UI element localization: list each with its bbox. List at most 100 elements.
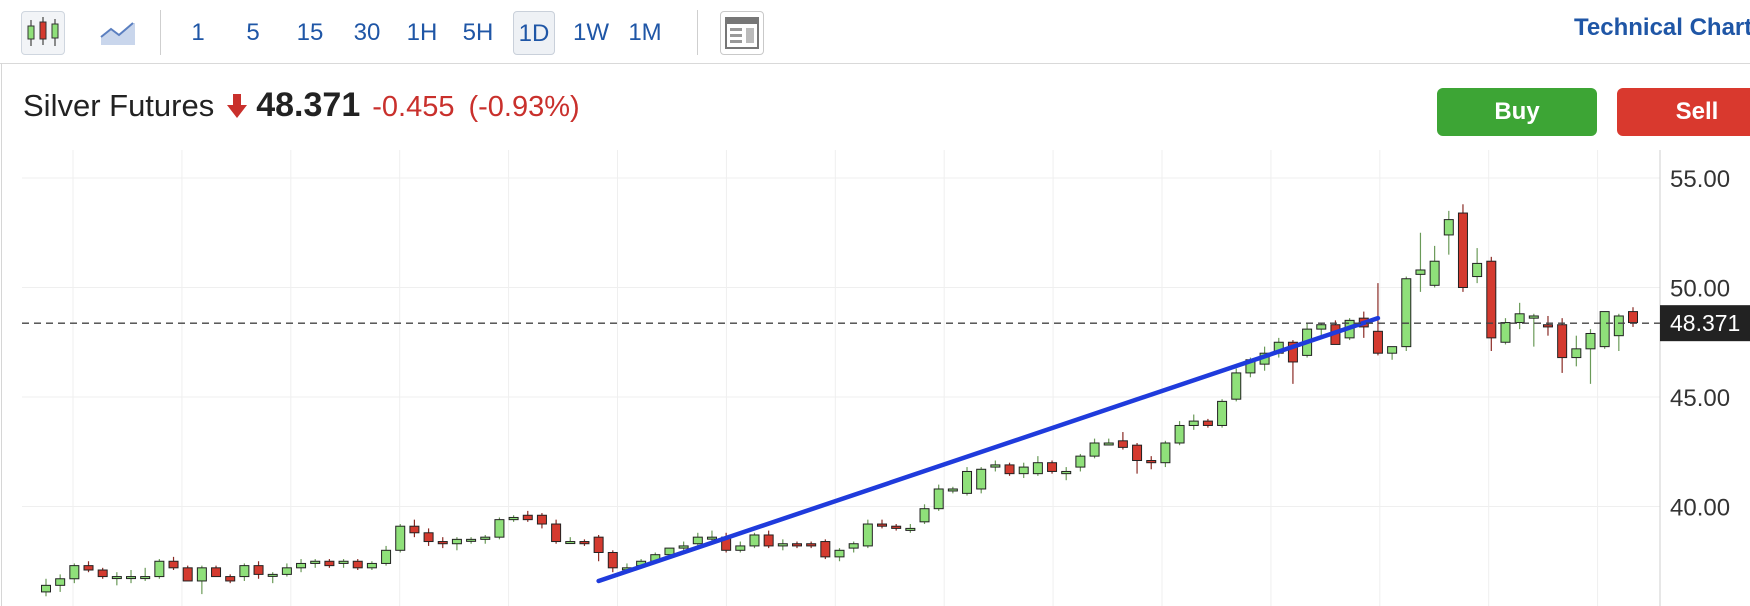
candle-up: [1231, 372, 1242, 400]
candle-up: [296, 562, 307, 569]
candle-up: [338, 560, 349, 564]
candle-down: [225, 576, 236, 582]
candle-up: [777, 543, 788, 547]
candle-up: [1415, 269, 1426, 275]
candle-up: [1571, 348, 1582, 359]
candle-down: [522, 514, 533, 521]
y-axis-tick-label: 55.00: [1670, 166, 1730, 193]
candle-down: [791, 543, 802, 547]
candle-down: [1146, 460, 1157, 464]
candle-up: [1018, 466, 1029, 475]
trend-line: [596, 315, 1381, 584]
candle-up: [1089, 442, 1100, 457]
candle-down: [1004, 464, 1015, 475]
candle-up: [1160, 442, 1171, 464]
candle-up: [919, 508, 930, 523]
candle-up: [834, 549, 845, 558]
candle-down: [1047, 462, 1058, 472]
candle-up: [154, 560, 165, 578]
candle-down: [437, 541, 448, 545]
candle-down: [211, 567, 222, 578]
price-chart[interactable]: 55.00 50.00 45.00 40.00 48.371: [0, 0, 1750, 606]
candle-up: [480, 536, 491, 540]
candle-down: [324, 560, 335, 567]
candle-down: [1372, 330, 1383, 354]
candle-down: [83, 565, 94, 571]
candle-up: [692, 536, 703, 545]
candle-down: [253, 565, 264, 575]
candle-down: [551, 523, 562, 543]
candle-down: [1132, 444, 1143, 462]
candle-down: [1542, 324, 1553, 328]
y-axis-tick-label: 40.00: [1670, 495, 1730, 522]
candle-up: [1316, 324, 1327, 330]
candle-up: [1472, 262, 1483, 278]
candle-up: [1188, 420, 1199, 426]
candle-up: [862, 523, 873, 547]
candle-up: [962, 470, 973, 494]
candle-up: [281, 567, 292, 575]
candle-up: [1613, 315, 1624, 337]
candle-up: [69, 565, 80, 580]
candle-up: [947, 488, 958, 492]
candle-up: [1429, 260, 1440, 286]
candle-up: [848, 543, 859, 549]
candle-up: [990, 464, 1001, 468]
last-price-label: 48.371: [1670, 310, 1740, 336]
candle-up: [41, 584, 51, 593]
candle-up: [466, 538, 477, 542]
candle-down: [168, 560, 179, 569]
candle-up: [933, 488, 944, 510]
candle-up: [735, 545, 746, 551]
candle-down: [536, 514, 547, 525]
candle-up: [55, 578, 66, 586]
candle-up: [1443, 219, 1454, 236]
candle-down: [877, 523, 888, 527]
candle-up: [239, 565, 250, 578]
candle-up: [111, 576, 122, 580]
candle-up: [706, 536, 717, 540]
candle-up: [1075, 455, 1086, 468]
candle-up: [1585, 332, 1596, 350]
candle-down: [1628, 311, 1638, 324]
candle-up: [126, 576, 137, 580]
candle-up: [494, 519, 505, 538]
candle-down: [1557, 324, 1568, 359]
candle-down: [352, 560, 363, 569]
candle-up: [1387, 346, 1398, 354]
candle-up: [395, 525, 406, 551]
candle-up: [267, 573, 278, 577]
candle-up: [1217, 400, 1228, 426]
candle-up: [508, 516, 519, 521]
candle-up: [1401, 278, 1412, 348]
candle-up: [1103, 442, 1114, 446]
candle-down: [97, 569, 108, 578]
candle-up: [196, 567, 207, 582]
candle-up: [1061, 470, 1072, 475]
candle-down: [423, 532, 434, 543]
candle-down: [820, 541, 831, 558]
candle-up: [1032, 462, 1043, 475]
candle-down: [806, 543, 817, 547]
candle-down: [1117, 440, 1128, 448]
candle-down: [1457, 212, 1468, 288]
candle-down: [763, 534, 774, 547]
candle-down: [891, 525, 902, 529]
candle-up: [976, 468, 987, 490]
candle-up: [1174, 424, 1185, 444]
candle-up: [1500, 322, 1511, 343]
candle-down: [1486, 260, 1497, 339]
candle-up: [565, 541, 576, 545]
candle-up: [1599, 311, 1610, 348]
candle-up: [749, 534, 760, 547]
candle-up: [140, 576, 151, 580]
candle-down: [1202, 420, 1213, 426]
candle-up: [1514, 313, 1525, 324]
candle-up: [1528, 315, 1539, 319]
candle-up: [381, 549, 392, 564]
candle-up: [310, 560, 321, 564]
candle-up: [678, 545, 689, 549]
candle-up: [366, 562, 377, 569]
candle-down: [579, 541, 590, 545]
y-axis-tick-label: 45.00: [1670, 385, 1730, 412]
